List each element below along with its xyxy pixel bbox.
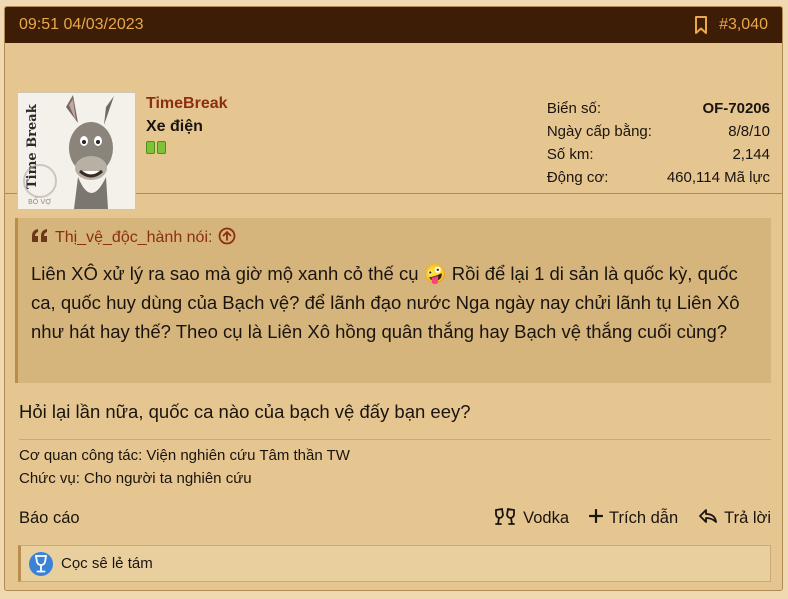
reply-text: Hỏi lại lần nữa, quốc ca nào của bạch vệ… — [19, 401, 471, 422]
avatar-stamp: BỐ VỢ — [28, 196, 52, 206]
post-header: 09:51 04/03/2023 #3,040 — [5, 7, 782, 43]
stat-label: Ngày cấp bằng: — [546, 123, 652, 140]
reply-button-label: Trả lời — [724, 509, 771, 527]
quote-mark-icon — [31, 228, 49, 248]
signature-line: Chức vụ: Cho người ta nghiên cứu — [19, 470, 252, 487]
badge-pill-icon — [146, 141, 155, 154]
reply-arrow-icon — [698, 508, 718, 529]
forum-post: 09:51 04/03/2023 #3,040 Time Break BỐ VỢ — [4, 6, 783, 591]
stat-row: Biển số: OF-70206 — [547, 97, 770, 120]
signature-line: Cơ quan công tác: Viện nghiên cứu Tâm th… — [19, 447, 350, 464]
user-badges — [146, 141, 166, 154]
wine-glass-icon — [29, 551, 53, 576]
stat-value: 2,144 — [732, 146, 770, 163]
jump-to-quote-icon[interactable] — [218, 227, 236, 250]
badge-pill-icon — [157, 141, 166, 154]
user-stats: Biển số: OF-70206 Ngày cấp bằng: 8/8/10 … — [547, 97, 770, 189]
stat-label: Động cơ: — [546, 169, 609, 186]
post-actions-right: Vodka Trích dẫn Trả lời — [493, 506, 771, 531]
post-header-right: #3,040 — [693, 16, 768, 34]
stat-label: Biển số: — [546, 100, 602, 117]
user-name[interactable]: TimeBreak — [146, 95, 228, 113]
post-number[interactable]: #3,040 — [719, 16, 768, 34]
stat-value: 460,114 Mã lực — [666, 169, 770, 186]
stat-value: OF-70206 — [702, 100, 770, 117]
post-timestamp[interactable]: 09:51 04/03/2023 — [19, 16, 144, 34]
reaction-summary[interactable]: Cọc sê lẻ tám — [18, 545, 771, 582]
user-title: Xe điện — [146, 118, 203, 135]
avatar[interactable]: Time Break BỐ VỢ — [17, 92, 136, 210]
quote-button-label: Trích dẫn — [609, 509, 679, 527]
stat-label: Số km: — [546, 146, 594, 163]
quote-author[interactable]: Thị_vệ_độc_hành nói: — [55, 229, 212, 247]
reaction-summary-text[interactable]: Cọc sê lẻ tám — [61, 555, 153, 572]
react-button-label: Vodka — [523, 509, 570, 527]
bookmark-icon[interactable] — [693, 16, 709, 34]
quote-block: Thị_vệ_độc_hành nói: Liên XÔ xử lý ra sa… — [15, 218, 771, 383]
stat-row: Ngày cấp bằng: 8/8/10 — [547, 120, 770, 143]
stat-row: Số km: 2,144 — [547, 143, 770, 166]
quote-text: Liên XÔ xử lý ra sao mà giờ mộ xanh cỏ t… — [31, 263, 740, 342]
report-button[interactable]: Báo cáo — [19, 509, 80, 528]
react-button[interactable]: Vodka — [493, 506, 569, 531]
avatar-caption: Time Break — [25, 103, 40, 189]
signature: Cơ quan công tác: Viện nghiên cứu Tâm th… — [19, 439, 771, 490]
stat-row: Động cơ: 460,114 Mã lực — [547, 166, 770, 189]
quote-button[interactable]: Trích dẫn — [588, 508, 679, 528]
stat-value: 8/8/10 — [728, 123, 770, 140]
reply-button[interactable]: Trả lời — [698, 508, 771, 529]
toast-glasses-icon — [493, 506, 517, 531]
plus-icon — [588, 508, 604, 528]
post-actions: Báo cáo Vodka Trích dẫn Trả lời — [19, 506, 771, 531]
quote-header[interactable]: Thị_vệ_độc_hành nói: — [31, 227, 758, 249]
user-info: Time Break BỐ VỢ TimeBreak Xe điện Biển … — [5, 43, 782, 210]
